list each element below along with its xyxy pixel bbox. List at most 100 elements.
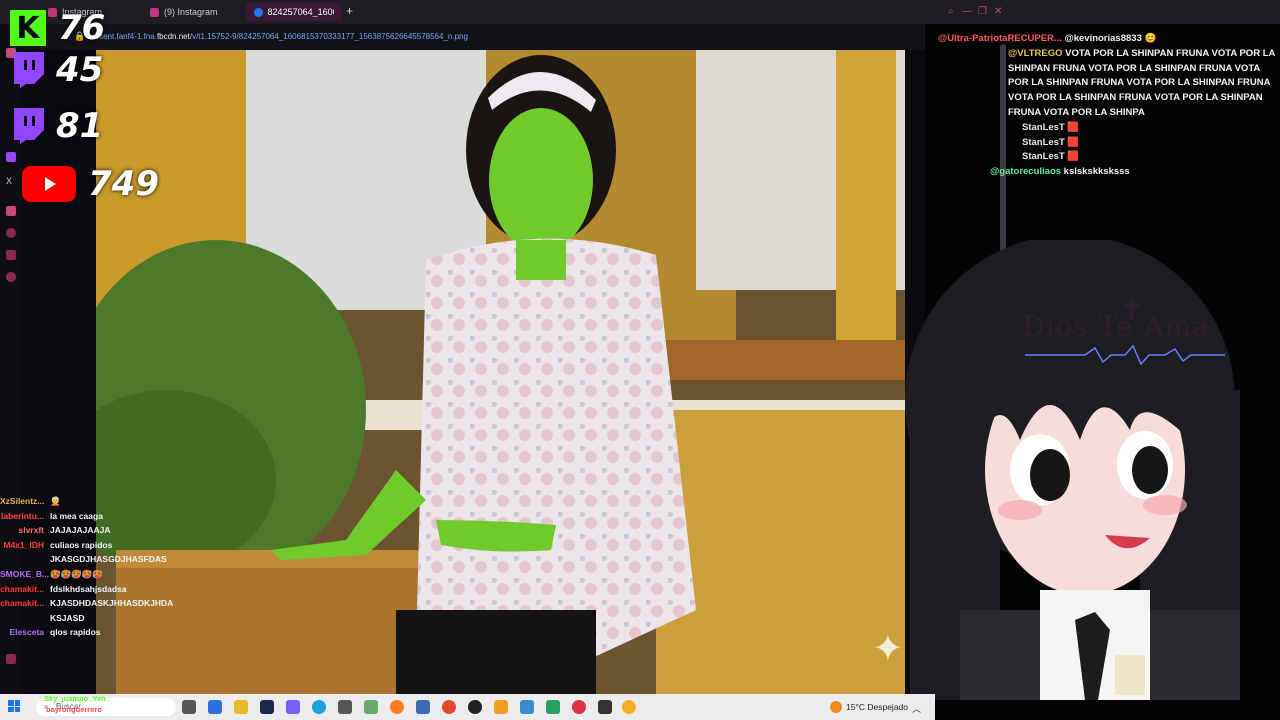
chat-message: KSJASD	[0, 611, 200, 626]
kick-viewers: 76	[58, 8, 106, 48]
chat-text: la mea caaga	[50, 510, 103, 521]
twitch-viewers-2: 81	[56, 106, 104, 146]
tab-image[interactable]: 824257064_1606815370...	[246, 3, 342, 21]
chat-username: StanLesT	[1022, 136, 1068, 148]
weather-icon[interactable]	[830, 701, 842, 713]
chat-username: SMOKE_B...	[0, 568, 50, 579]
kick-icon: K	[10, 10, 46, 46]
chat-message: @VLTREGO VOTA POR LA SHINPAN FRUNA VOTA …	[1008, 47, 1278, 121]
opera-icon[interactable]	[572, 700, 586, 714]
chat-text: kslskskksksss	[1063, 166, 1130, 178]
restore-icon[interactable]: ❐	[978, 6, 987, 17]
app-icon[interactable]	[338, 700, 352, 714]
image-view	[96, 50, 925, 694]
app-icon[interactable]	[494, 700, 508, 714]
vtuber-avatar	[900, 235, 1250, 700]
twitch-counter-1: 45	[10, 50, 103, 90]
app-icon[interactable]	[622, 700, 636, 714]
chat-username	[0, 552, 50, 567]
youtube-viewers: 749	[88, 164, 159, 204]
right-chat: @Ultra-PatriotaRECUPER... @kevinorias883…	[938, 32, 1278, 180]
chat-message: JKASGDJHASGDJHASFDAS	[0, 552, 200, 567]
chat-username: chamakit...	[0, 598, 44, 609]
chat-message: @Ultra-PatriotaRECUPER... @kevinorias883…	[938, 32, 1278, 47]
chat-text: qlos rapidos	[50, 627, 101, 638]
twitch-counter-2: 81	[10, 106, 103, 146]
heartbeat-line-icon	[1025, 345, 1225, 365]
chat-message: laberintu... la mea caaga	[0, 509, 200, 524]
chat-scrollbar[interactable]	[1000, 44, 1006, 254]
chat-text: 🥵🥵🥵🥵🥵	[50, 568, 103, 579]
vtuber-banner: Dios Te Ama	[1022, 310, 1210, 343]
chat-username: @VLTREGO	[1008, 47, 1066, 59]
tray-chevron-icon[interactable]: ︿	[912, 702, 921, 715]
chat-username: Elesceta	[9, 627, 45, 638]
chat-username: chamakit...	[0, 583, 44, 594]
chat-message: chamakit... fdslkhdsahjsdadsa	[0, 582, 200, 597]
x-icon[interactable]: X	[6, 176, 16, 186]
overlay-username: Sky_juampo_Yeh	[44, 694, 106, 703]
chat-username: M4x1_IDH	[3, 539, 44, 550]
instagram-icon	[150, 7, 159, 17]
twitch-viewers-1: 45	[56, 50, 104, 90]
new-tab-button[interactable]: +	[346, 4, 353, 18]
history-icon[interactable]	[6, 228, 16, 238]
firefox-icon[interactable]	[390, 700, 404, 714]
chat-message: M4x1_IDH culiaos rapidos	[0, 538, 200, 553]
app-icon[interactable]	[208, 700, 222, 714]
chat-text: culiaos rapidos	[50, 539, 113, 550]
app-icon[interactable]	[364, 700, 378, 714]
kick-counter: K 76	[10, 8, 105, 48]
url-suffix: /v/t1.15752-9/824257064_1606815370333177…	[189, 32, 468, 41]
app-icon[interactable]	[520, 700, 534, 714]
chat-message: StanLesT 🟥	[1022, 136, 1278, 151]
chat-text: KSJASD	[50, 612, 85, 623]
sidebar-app-icon[interactable]	[6, 250, 16, 260]
chat-username: @Ultra-PatriotaRECUPER...	[938, 33, 1065, 44]
chat-text: JAJAJAJAAJA	[50, 525, 111, 536]
twitch-icon[interactable]	[6, 152, 16, 162]
vegas-icon[interactable]	[260, 700, 274, 714]
tab-instagram-2[interactable]: (9) Instagram	[142, 3, 242, 21]
app-icon[interactable]	[598, 700, 612, 714]
chat-username: XzSilentz...	[0, 496, 45, 506]
overlay-username: bayronguerrero	[46, 705, 102, 714]
minimize-icon[interactable]: —	[962, 6, 972, 17]
close-icon[interactable]: ✕	[994, 6, 1002, 17]
chat-text: JKASGDJHASGDJHASFDAS	[50, 554, 167, 565]
sidebar-app-icon[interactable]	[6, 654, 16, 664]
browser-tabbar: Instagram (9) Instagram 824257064_160681…	[0, 0, 1280, 24]
search-tabs-icon[interactable]: ⌕	[948, 6, 954, 17]
tab-label: (9) Instagram	[164, 7, 218, 17]
tab-label: 824257064_1606815370...	[267, 7, 334, 17]
twitch-icon	[10, 108, 44, 144]
chat-username: StanLesT	[1022, 121, 1068, 133]
app-icon[interactable]	[546, 700, 560, 714]
app-icon[interactable]	[416, 700, 430, 714]
chat-text: 🧑‍🦳	[50, 496, 61, 506]
chat-username: slvrxft	[18, 525, 44, 536]
weather-status[interactable]: 15°C Despejado	[846, 702, 908, 712]
app-icon[interactable]	[286, 700, 300, 714]
edge-icon[interactable]	[312, 700, 326, 714]
chat-text: @kevinorias8833 😊	[1064, 33, 1157, 44]
task-view-icon[interactable]	[182, 700, 196, 714]
photo-scene	[96, 50, 925, 694]
chrome-icon[interactable]	[442, 700, 456, 714]
chat-message: @gatoreculiaos kslskskksksss	[990, 165, 1278, 180]
chat-message: XzSilentz... 🧑‍🦳	[0, 494, 200, 509]
settings-icon[interactable]	[6, 272, 16, 282]
chat-message: Elesceta qlos rapidos	[0, 625, 200, 640]
chat-message: slvrxft JAJAJAJAAJA	[0, 523, 200, 538]
windows-start-icon[interactable]	[8, 700, 20, 712]
youtube-icon	[22, 166, 76, 202]
url-text[interactable]: content.fanf4-1.fna.fbcdn.net/v/t1.15752…	[88, 32, 468, 41]
twitch-icon	[10, 52, 44, 88]
chat-text: 🟥	[1067, 121, 1080, 133]
folder-icon[interactable]	[234, 700, 248, 714]
chat-text: 🟥	[1067, 136, 1080, 148]
obs-icon[interactable]	[468, 700, 482, 714]
youtube-counter: 749	[22, 164, 159, 204]
chat-message: StanLesT 🟥	[1022, 121, 1278, 136]
sidebar-app-icon[interactable]	[6, 206, 16, 216]
